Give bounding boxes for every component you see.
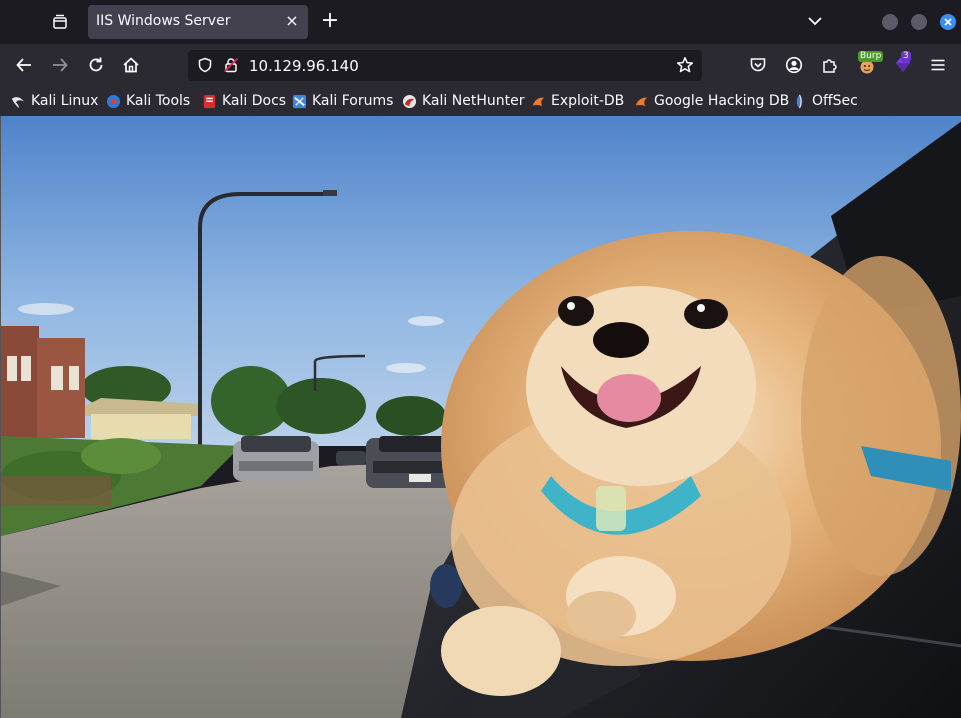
tab-close-icon[interactable]: × xyxy=(284,13,300,29)
bookmark-star-icon[interactable] xyxy=(674,54,696,76)
kali-docs-icon xyxy=(203,94,216,108)
bookmark-offsec[interactable]: OffSec xyxy=(792,92,858,110)
burp-extension-icon[interactable]: Burp xyxy=(856,51,884,76)
ghdb-icon xyxy=(635,97,648,106)
bookmark-label: Google Hacking DB xyxy=(654,93,790,109)
bookmark-label: Kali Forums xyxy=(312,93,394,109)
extensions-puzzle-icon[interactable] xyxy=(819,54,841,76)
tab-list-icon[interactable] xyxy=(46,8,74,36)
nethunter-icon xyxy=(402,94,417,108)
insecure-lock-icon[interactable] xyxy=(220,54,242,76)
bookmark-kali-tools[interactable]: Kali Tools xyxy=(106,92,190,110)
kali-dragon-icon xyxy=(11,96,25,108)
bookmark-kali-nethunter[interactable]: Kali NetHunter xyxy=(402,92,524,110)
bookmark-kali-docs[interactable]: Kali Docs xyxy=(202,92,286,110)
bookmark-exploit-db[interactable]: Exploit-DB xyxy=(531,92,624,110)
bookmark-kali-linux[interactable]: Kali Linux xyxy=(11,92,98,110)
diamond-extension-icon[interactable]: 3 xyxy=(892,51,914,76)
offsec-icon xyxy=(796,94,803,108)
forward-arrow-icon[interactable] xyxy=(49,54,71,76)
bookmark-label: Exploit-DB xyxy=(551,93,625,109)
hamburger-menu-icon[interactable] xyxy=(927,54,949,76)
page-content xyxy=(0,116,961,718)
tab-strip: IIS Windows Server × + xyxy=(0,0,961,44)
reload-icon[interactable] xyxy=(85,54,107,76)
kali-forums-icon xyxy=(292,94,307,108)
bookmark-label: Kali NetHunter xyxy=(422,93,525,109)
new-tab-button[interactable]: + xyxy=(318,10,342,34)
bookmark-label: Kali Tools xyxy=(126,93,191,109)
close-window-button[interactable] xyxy=(940,14,956,30)
bookmark-google-hacking-db[interactable]: Google Hacking DB xyxy=(634,92,789,110)
bookmark-kali-forums[interactable]: Kali Forums xyxy=(292,92,393,110)
kali-tools-icon xyxy=(106,94,121,108)
maximize-button[interactable] xyxy=(911,14,927,30)
minimize-button[interactable] xyxy=(882,14,898,30)
home-icon[interactable] xyxy=(120,54,142,76)
chevron-down-icon[interactable] xyxy=(806,12,824,30)
exploit-db-icon xyxy=(532,97,545,106)
bookmark-label: Kali Docs xyxy=(222,93,287,109)
notification-badge: 3 xyxy=(901,51,911,62)
bookmarks-toolbar: Kali Linux Kali Tools Kali Docs Kali For… xyxy=(0,86,961,116)
active-tab[interactable]: IIS Windows Server × xyxy=(88,5,308,39)
bookmark-label: OffSec xyxy=(812,93,858,109)
bookmark-label: Kali Linux xyxy=(31,93,99,109)
url-text[interactable]: 10.129.96.140 xyxy=(249,57,359,75)
tab-title: IIS Windows Server xyxy=(96,13,231,29)
address-bar[interactable]: 10.129.96.140 xyxy=(188,50,702,81)
burp-badge: Burp xyxy=(858,51,884,62)
pocket-icon[interactable] xyxy=(747,54,769,76)
navigation-toolbar: 10.129.96.140 Burp 3 xyxy=(0,44,961,86)
back-arrow-icon[interactable] xyxy=(13,54,35,76)
dog-photo-image xyxy=(1,116,961,718)
account-icon[interactable] xyxy=(783,54,805,76)
shield-icon[interactable] xyxy=(194,54,216,76)
